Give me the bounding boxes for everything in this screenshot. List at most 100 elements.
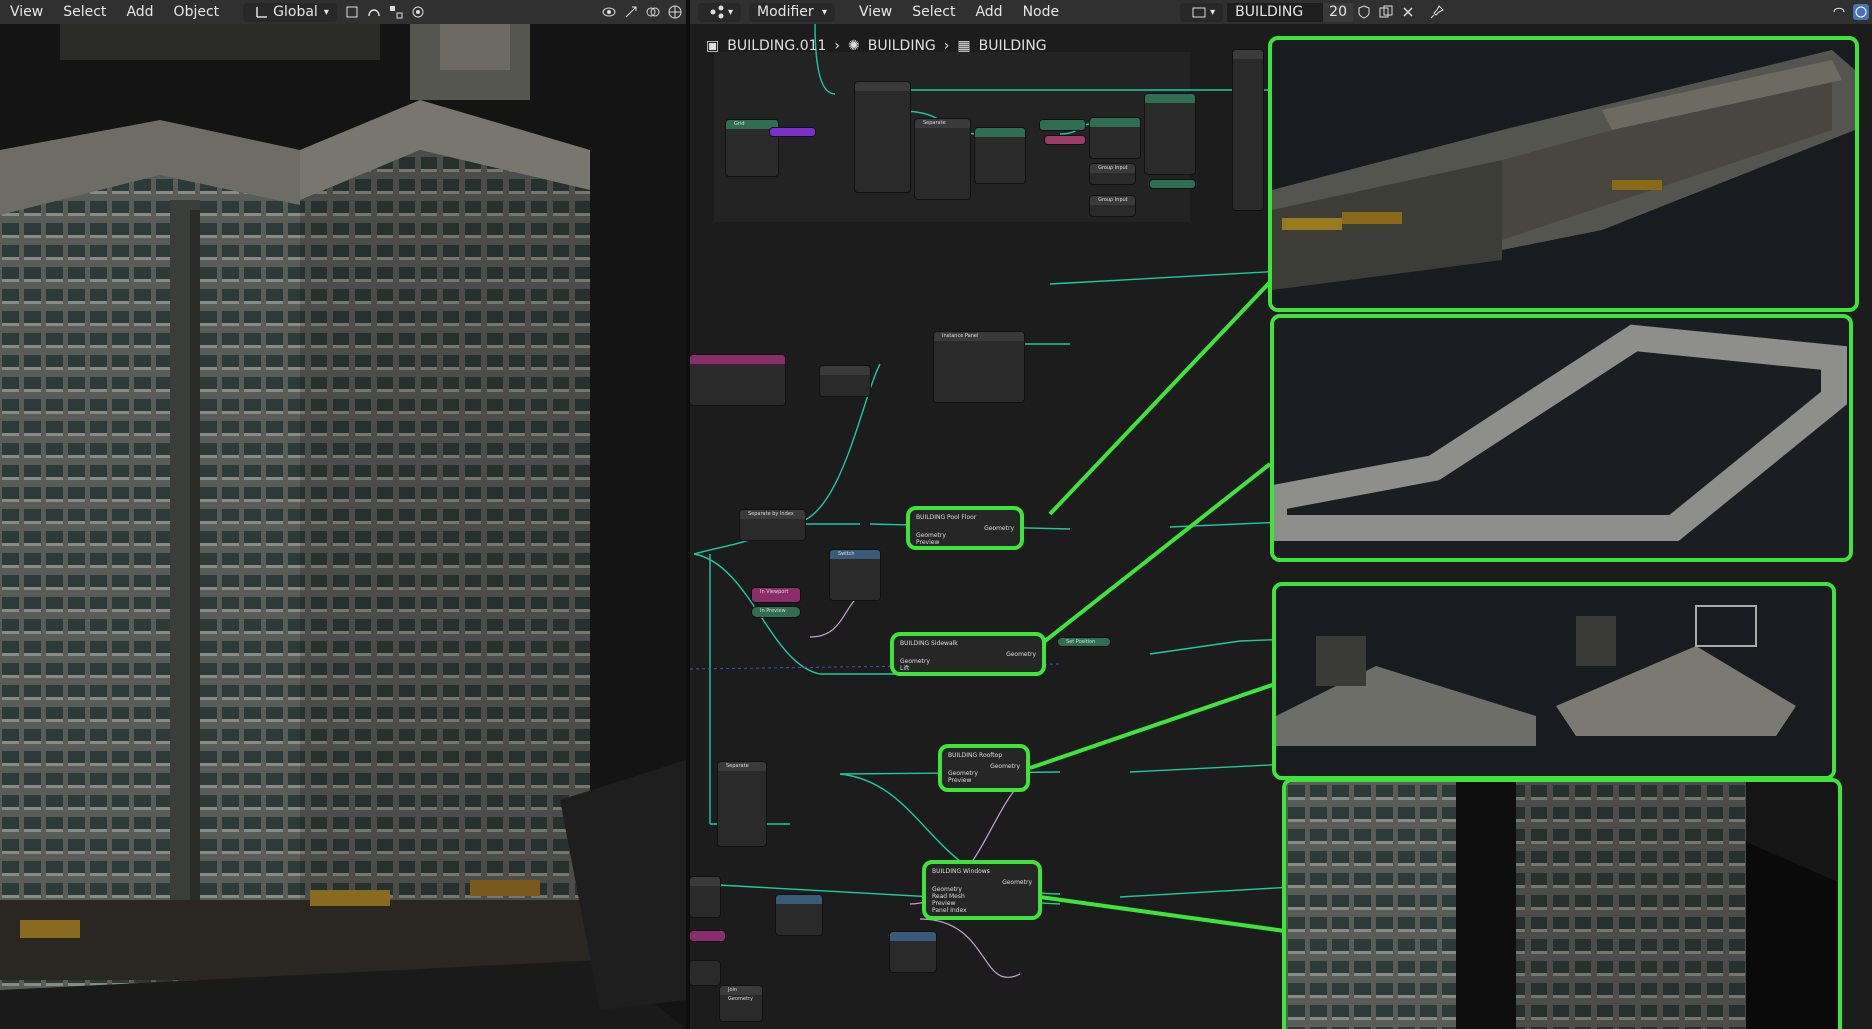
node-title: In Viewport — [752, 588, 800, 597]
node-group-icon: ▦ — [957, 38, 971, 54]
set-material-node[interactable] — [770, 128, 815, 136]
breadcrumb-modifier[interactable]: BUILDING — [868, 38, 936, 54]
editor-type-label: Modifier — [757, 4, 814, 20]
menu-object[interactable]: Object — [164, 0, 230, 24]
node-title: Separate — [718, 762, 766, 771]
node-menu-select[interactable]: Select — [902, 0, 965, 24]
node-title: Instance Panel — [934, 332, 1024, 341]
visibility-icon[interactable] — [601, 4, 617, 20]
capture-node[interactable] — [1090, 118, 1140, 158]
node-title: BUILDING Pool Floor — [916, 514, 977, 521]
node-output: Geometry — [984, 525, 1014, 532]
wireframe-shading-icon[interactable] — [667, 4, 683, 20]
node-output: Geometry — [1006, 651, 1036, 658]
node-input: Panel Index — [932, 907, 967, 914]
group-input-node-a[interactable]: Group Input — [1090, 164, 1135, 184]
gizmo-icon[interactable] — [623, 4, 639, 20]
separate-node-2[interactable]: Separate — [718, 762, 766, 846]
instance-node-small[interactable] — [820, 366, 870, 396]
resample-node[interactable] — [1040, 120, 1085, 130]
chevron-down-icon: ▾ — [822, 6, 828, 18]
datablock-name-field[interactable]: BUILDING — [1227, 2, 1324, 22]
overlay-icon[interactable] — [645, 4, 661, 20]
switch-node-3[interactable] — [890, 932, 936, 972]
group-input-node-c[interactable] — [690, 877, 720, 917]
viewport-render — [0, 0, 686, 1029]
close-icon[interactable] — [1400, 4, 1416, 20]
node-menu-view[interactable]: View — [849, 0, 902, 24]
set-position-node[interactable]: Set Position — [1058, 638, 1110, 646]
in-preview-node-top[interactable] — [1150, 180, 1195, 188]
modifier-icon: ✺ — [848, 38, 860, 54]
merge-node[interactable] — [1145, 94, 1195, 174]
building-sidewalk-node[interactable]: BUILDING Sidewalk Geometry Geometry Lift — [890, 632, 1046, 676]
pivot-icon[interactable] — [344, 4, 360, 20]
node-title: Join Geometry — [720, 986, 762, 1002]
transform-orientation-dropdown[interactable]: Global ▾ — [243, 2, 337, 22]
node-title: Separate by Index — [740, 510, 805, 519]
snap-icon[interactable] — [366, 4, 382, 20]
overlay-toggle-icon[interactable] — [1853, 4, 1869, 20]
sidebar-toggle-icon[interactable] — [1831, 4, 1847, 20]
user-count[interactable]: 20 — [1323, 2, 1353, 22]
node-group-browse[interactable]: ▾ — [1180, 2, 1224, 22]
node-title: In Preview — [752, 607, 800, 616]
node-input: Geometry — [900, 658, 930, 665]
join-geometry-node[interactable]: Join Geometry — [720, 986, 762, 1021]
chevron-down-icon: ▾ — [1210, 6, 1216, 18]
building-rooftop-node[interactable]: BUILDING Rooftop Geometry Geometry Previ… — [938, 744, 1030, 792]
breadcrumb-node-group[interactable]: BUILDING — [979, 38, 1047, 54]
in-viewport-node-2[interactable] — [690, 931, 725, 941]
realize-node[interactable] — [975, 128, 1025, 183]
node-title: Group Input — [1090, 196, 1135, 205]
pin-icon[interactable] — [1429, 4, 1445, 20]
node-input: Geometry — [916, 532, 946, 539]
group-input-node-b[interactable]: Group Input — [1090, 196, 1135, 216]
node-output: Geometry — [990, 763, 1020, 770]
group-input-node-d[interactable] — [690, 961, 720, 985]
fake-user-shield-icon[interactable] — [1356, 4, 1372, 20]
snap-target-icon[interactable] — [388, 4, 404, 20]
preview-pool-floor-image — [1268, 36, 1859, 312]
duplicate-icon[interactable] — [1378, 4, 1394, 20]
node-menu-add[interactable]: Add — [965, 0, 1012, 24]
proportional-edit-icon[interactable] — [410, 4, 426, 20]
node-input: Preview — [932, 900, 956, 907]
instance-on-points-node[interactable] — [855, 82, 910, 192]
in-preview-node[interactable]: In Preview — [752, 607, 800, 617]
breadcrumb: ▣ BUILDING.011 › ✺ BUILDING › ▦ BUILDING — [706, 38, 1055, 54]
building-windows-node[interactable]: BUILDING Windows Geometry Geometry Read … — [922, 860, 1042, 920]
menu-select[interactable]: Select — [53, 0, 116, 24]
node-title: Group Input — [1090, 164, 1135, 173]
node-input: Preview — [916, 539, 940, 546]
node-input: Read Mesh — [932, 893, 965, 900]
node-title: Separate — [915, 119, 970, 128]
join-node-top[interactable] — [1233, 50, 1263, 210]
menu-add[interactable]: Add — [116, 0, 163, 24]
in-viewport-node[interactable]: In Viewport — [752, 588, 800, 602]
building-pool-floor-node[interactable]: BUILDING Pool Floor Geometry Geometry Pr… — [906, 506, 1024, 550]
editor-type-dropdown[interactable]: ▾ — [698, 2, 742, 22]
collection-info-node[interactable] — [690, 355, 785, 405]
instance-panel-node[interactable]: Instance Panel — [934, 332, 1024, 402]
node-menu-node[interactable]: Node — [1013, 0, 1070, 24]
breadcrumb-separator: › — [943, 38, 950, 54]
separate-by-index-node[interactable]: Separate by Index — [740, 510, 805, 540]
node-editor-header: ▾ Modifier ▾ View Select Add Node ▾ BUIL… — [690, 0, 1872, 24]
breadcrumb-object[interactable]: BUILDING.011 — [727, 38, 826, 54]
node-editor-canvas[interactable]: ▣ BUILDING.011 › ✺ BUILDING › ▦ BUILDING… — [690, 24, 1872, 1029]
node-output: Geometry — [1002, 879, 1032, 886]
node-title: BUILDING Rooftop — [948, 752, 1003, 759]
node-title: BUILDING Sidewalk — [900, 640, 958, 647]
3d-viewport[interactable]: View Select Add Object Global ▾ — [0, 0, 686, 1029]
separate-node[interactable]: Separate — [915, 119, 970, 199]
menu-view[interactable]: View — [0, 0, 53, 24]
node-input: Geometry — [932, 886, 962, 893]
geometry-nodes-type-dropdown[interactable]: Modifier ▾ — [749, 2, 836, 22]
switch-node[interactable]: Switch — [830, 550, 880, 600]
switch-node-2[interactable] — [776, 895, 822, 935]
viewer-node[interactable] — [1045, 136, 1085, 144]
preview-sidewalk-image — [1270, 314, 1853, 562]
node-title: BUILDING Windows — [932, 868, 990, 875]
node-input: Lift — [900, 665, 910, 672]
